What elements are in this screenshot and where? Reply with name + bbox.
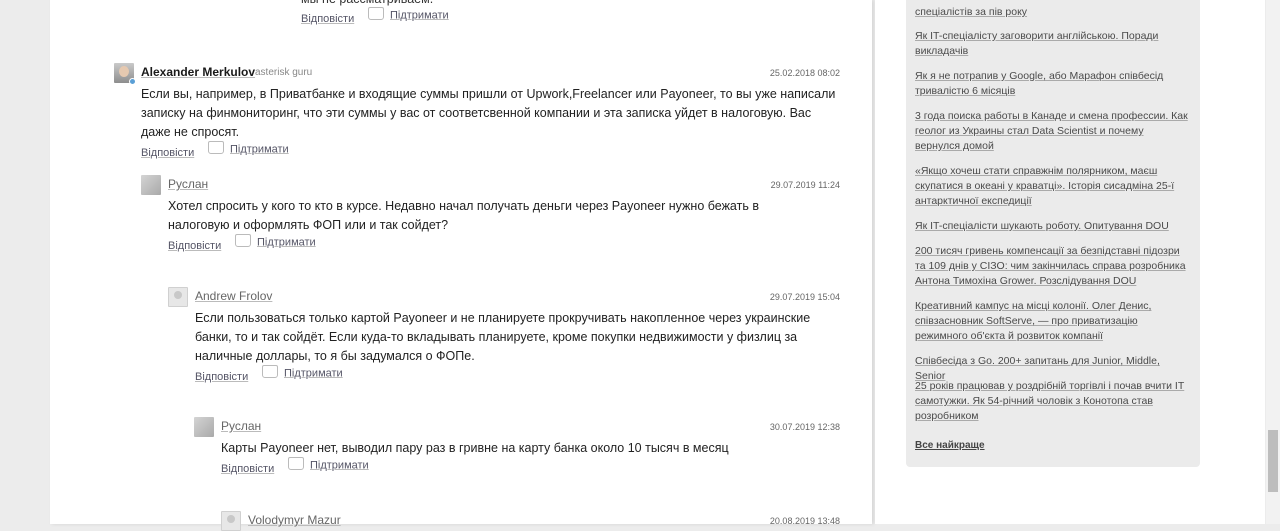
comment: Volodymyr Mazur 20.08.2019 13:48 bbox=[221, 511, 840, 531]
comment-header: Руслан 29.07.2019 11:24 bbox=[141, 175, 840, 195]
comment: Alexander Merkulov asterisk guru 25.02.2… bbox=[114, 63, 840, 165]
article-link[interactable]: Як IT-спеціалісти шукають роботу. Опитув… bbox=[915, 219, 1169, 234]
avatar[interactable] bbox=[194, 417, 214, 437]
avatar[interactable] bbox=[168, 287, 188, 307]
article-link[interactable]: 200 тисяч гривень компенсації за безпідс… bbox=[915, 244, 1191, 289]
author-link[interactable]: Alexander Merkulov bbox=[141, 65, 255, 79]
article-link-partial[interactable]: спеціалістів за пів року bbox=[915, 5, 1027, 20]
avatar[interactable] bbox=[141, 175, 161, 195]
reply-link[interactable]: Відповісти bbox=[301, 13, 354, 25]
avatar[interactable] bbox=[114, 63, 136, 85]
author-link[interactable]: Руслан bbox=[168, 177, 208, 191]
support-label: Підтримати bbox=[230, 143, 289, 156]
comment-header: Volodymyr Mazur 20.08.2019 13:48 bbox=[221, 511, 840, 531]
comment-header: Andrew Frolov 29.07.2019 15:04 bbox=[168, 287, 840, 307]
author-link[interactable]: Руслан bbox=[221, 419, 261, 433]
comment-actions: Відповісти Підтримати bbox=[114, 141, 840, 165]
comment-text: Карты Payoneer нет, выводил пару раз в г… bbox=[221, 441, 729, 455]
reply-link[interactable]: Відповісти bbox=[195, 371, 248, 383]
article-link[interactable]: Креативний кампус на місці колонії. Олег… bbox=[915, 299, 1191, 344]
comment-text: мы не рассматриваем. bbox=[274, 0, 840, 9]
comment-header: Руслан 30.07.2019 12:38 bbox=[194, 417, 840, 437]
support-label: Підтримати bbox=[310, 459, 369, 472]
comment-text: Если вы, например, в Приватбанке и входя… bbox=[141, 87, 836, 139]
reply-link[interactable]: Відповісти bbox=[141, 147, 194, 159]
comment-date: 25.02.2018 08:02 bbox=[769, 68, 840, 78]
comment-actions: Відповісти Підтримати bbox=[141, 234, 840, 258]
support-button[interactable]: Підтримати bbox=[288, 457, 369, 472]
author-company: asterisk guru bbox=[255, 67, 313, 78]
thumbs-up-icon bbox=[208, 141, 224, 154]
thumbs-up-icon bbox=[368, 7, 384, 20]
support-label: Підтримати bbox=[257, 236, 316, 249]
comment-header: Alexander Merkulov asterisk guru 25.02.2… bbox=[114, 63, 840, 85]
comment-actions: Відповісти Підтримати bbox=[274, 7, 840, 31]
comment-date: 20.08.2019 13:48 bbox=[769, 516, 840, 526]
comment-actions: Відповісти Підтримати bbox=[168, 365, 840, 389]
support-label: Підтримати bbox=[284, 367, 343, 380]
support-button[interactable]: Підтримати bbox=[235, 234, 316, 249]
support-button[interactable]: Підтримати bbox=[208, 141, 289, 156]
comment-text: Хотел спросить у кого то кто в курсе. Не… bbox=[168, 199, 759, 232]
comment: Руслан 29.07.2019 11:24 Хотел спросить у… bbox=[141, 175, 840, 258]
article-link[interactable]: «Якщо хочеш стати справжнім полярником, … bbox=[915, 164, 1191, 209]
article-link[interactable]: 3 года поиска работы в Канаде и смена пр… bbox=[915, 109, 1191, 154]
article-link[interactable]: Як IT-спеціалісту заговорити англійською… bbox=[915, 29, 1191, 59]
comment-date: 30.07.2019 12:38 bbox=[769, 422, 840, 432]
scrollbar-thumb[interactable] bbox=[1268, 430, 1278, 492]
face-icon bbox=[119, 66, 129, 77]
thumbs-up-icon bbox=[262, 365, 278, 378]
avatar[interactable] bbox=[221, 511, 241, 531]
comment-date: 29.07.2019 15:04 bbox=[769, 292, 840, 302]
author-link[interactable]: Volodymyr Mazur bbox=[248, 513, 341, 527]
author-link[interactable]: Andrew Frolov bbox=[195, 289, 272, 303]
all-best-link[interactable]: Все найкраще bbox=[915, 440, 985, 451]
comment-actions: Відповісти Підтримати bbox=[194, 457, 840, 481]
article-link[interactable]: Як я не потрапив у Google, або Марафон с… bbox=[915, 69, 1191, 99]
reply-link[interactable]: Відповісти bbox=[221, 463, 274, 475]
comment: Руслан 30.07.2019 12:38 Карты Payoneer н… bbox=[194, 417, 840, 481]
comment-date: 29.07.2019 11:24 bbox=[770, 180, 840, 190]
support-button[interactable]: Підтримати bbox=[368, 7, 449, 22]
support-button[interactable]: Підтримати bbox=[262, 365, 343, 380]
comment-text: Если пользоваться только картой Payoneer… bbox=[195, 311, 811, 363]
status-dot-icon bbox=[129, 78, 136, 85]
support-label: Підтримати bbox=[390, 9, 449, 22]
comment-partial: мы не рассматриваем. Відповісти Підтрима… bbox=[274, 0, 840, 31]
thumbs-up-icon bbox=[288, 457, 304, 470]
thumbs-up-icon bbox=[235, 234, 251, 247]
article-link[interactable]: 25 років працював у роздрібній торгівлі … bbox=[915, 379, 1191, 424]
reply-link[interactable]: Відповісти bbox=[168, 240, 221, 252]
comment: Andrew Frolov 29.07.2019 15:04 Если поль… bbox=[168, 287, 840, 389]
